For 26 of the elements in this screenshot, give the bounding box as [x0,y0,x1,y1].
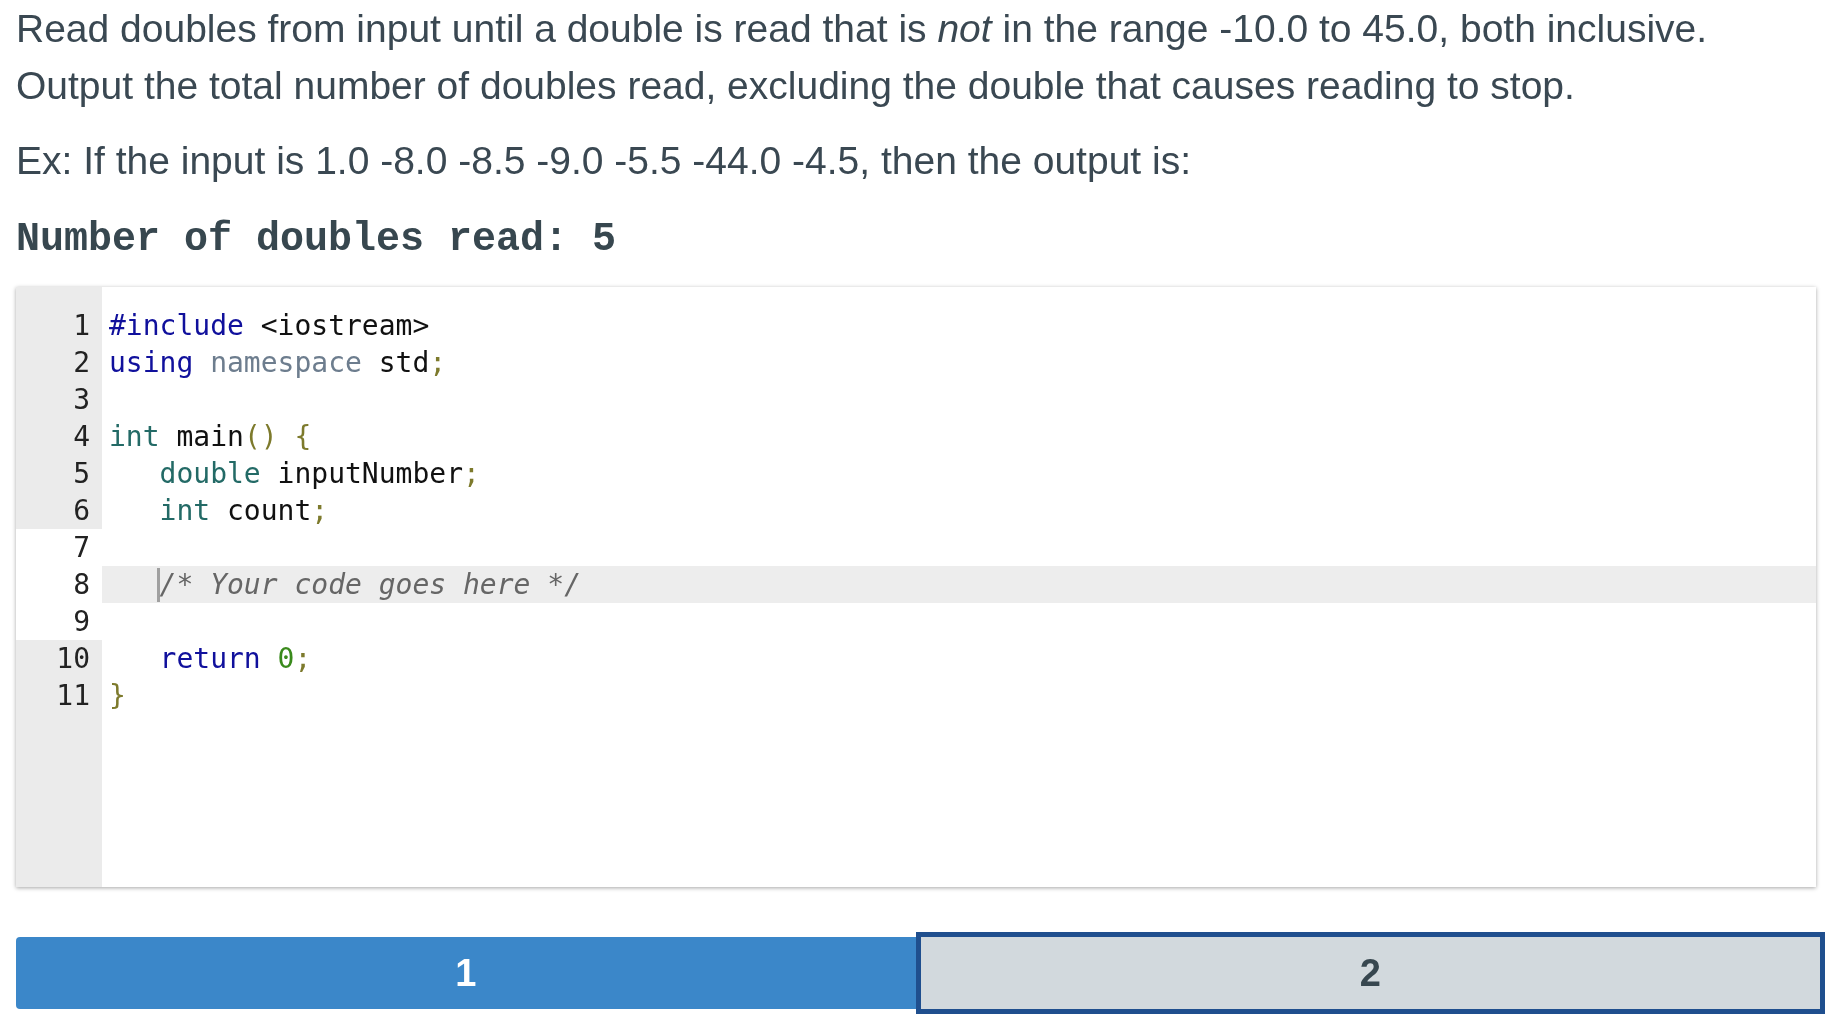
code-line: double inputNumber; [159,456,480,492]
problem-text: Read doubles from input until a double is read that is not in the range -10.0 to 45.0, both inclusive. Output the total number of doubles read, excluding the double that causes reading to stop. [16,6,1709,109]
sample-output: Number of doubles read: 5 [16,216,617,264]
line-number: 10 [56,642,90,675]
code-line: #include <iostream> [109,308,430,344]
line-number: 7 [73,531,90,564]
code-line: int main() { [109,419,312,455]
code-line: } [109,678,126,714]
code-editor[interactable]: 1 2 3 4 5 6 7 8 9 10 11 #include <iostream> using namespace std; int main() { double inputNumber; int count; /* Your code goes here */ return 0; } [16,287,1816,887]
line-number: 5 [73,457,90,490]
code-line: return 0; [159,641,312,677]
line-number: 6 [73,494,90,527]
code-line: int count; [159,493,329,529]
line-number: 3 [73,383,90,416]
line-number: 11 [56,679,90,712]
level-button[interactable]: 2 [915,932,1825,1014]
line-number: 4 [73,420,90,453]
code-line: /* Your code goes here */ [159,567,581,603]
line-number: 9 [73,605,90,638]
example-text: Ex: If the input is 1.0 -8.0 -8.5 -9.0 -5.5 -44.0 -4.5, then the output is: [16,138,1191,184]
line-number: 1 [73,309,90,342]
line-number: 2 [73,346,90,379]
level-button[interactable]: 1 [16,937,916,1009]
code-line: using namespace std; [109,345,447,381]
text-cursor-icon [156,567,160,602]
line-number: 8 [73,568,90,601]
